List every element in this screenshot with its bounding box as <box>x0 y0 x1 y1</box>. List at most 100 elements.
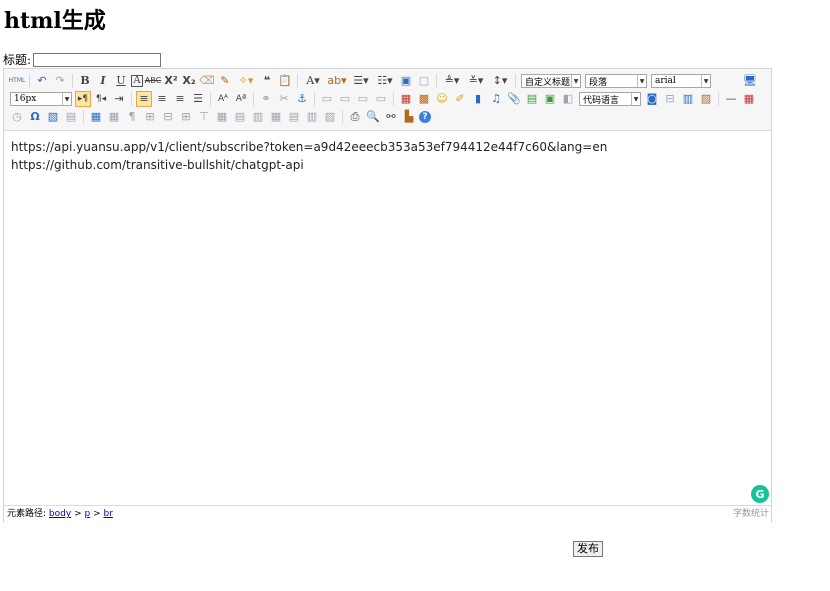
rtl-icon[interactable]: ¶◂ <box>93 91 109 107</box>
clear-doc-icon[interactable]: ▢ <box>416 73 432 89</box>
chart-icon[interactable]: ▨ <box>322 109 338 125</box>
page-break-icon[interactable]: ◙ <box>644 91 660 107</box>
anchor-icon[interactable]: ⚓ <box>294 91 310 107</box>
font-border-icon[interactable]: A <box>131 75 143 87</box>
background-icon[interactable]: ▥ <box>680 91 696 107</box>
template-icon[interactable]: ⊟ <box>662 91 678 107</box>
link-icon[interactable]: ⚭ <box>258 91 274 107</box>
title-input[interactable] <box>33 53 162 67</box>
path-link-br[interactable]: br <box>104 509 113 519</box>
print-icon[interactable]: ⎙ <box>347 109 363 125</box>
drafts-panel-icon[interactable]: ▨ <box>698 91 714 107</box>
time-icon[interactable]: ◷ <box>9 109 25 125</box>
wordimage-icon[interactable]: ▤ <box>63 109 79 125</box>
image-none-icon[interactable]: ▭ <box>319 91 335 107</box>
editor-content[interactable]: https://api.yuansu.app/v1/client/subscri… <box>4 130 771 504</box>
content-line: https://github.com/transitive-bullshit/c… <box>11 158 304 172</box>
paste-plain-icon[interactable]: 📋 <box>277 73 293 89</box>
redo-icon[interactable]: ↷ <box>52 73 68 89</box>
grammarly-icon[interactable]: G <box>751 485 769 503</box>
insert-col-icon[interactable]: ⊞ <box>178 109 194 125</box>
snapscreen-icon[interactable]: ▧ <box>45 109 61 125</box>
justify-right-icon[interactable]: ≡ <box>172 91 188 107</box>
heading-select[interactable]: 自定义标题 ▼ <box>521 74 581 88</box>
split-to-rows-icon[interactable]: ▤ <box>286 109 302 125</box>
undo-icon[interactable]: ↶ <box>34 73 50 89</box>
row-spacing-top-icon[interactable]: ≜▾ <box>441 73 463 89</box>
editor-toolbar: HTML ↶ ↷ B I U A ABC X² X₂ ⌫ ✎ ✧▾ ❝ 📋 A▾… <box>4 69 771 131</box>
justify-center-icon[interactable]: ≡ <box>154 91 170 107</box>
font-family-select[interactable]: arial ▼ <box>651 74 711 88</box>
insert-frame-icon[interactable]: ◧ <box>560 91 576 107</box>
element-path: 元素路径: body > p > br <box>7 506 113 523</box>
row-spacing-bottom-icon[interactable]: ≚▾ <box>465 73 487 89</box>
superscript-icon[interactable]: X² <box>163 73 179 89</box>
merge-right-icon[interactable]: ▤ <box>232 109 248 125</box>
split-to-cols-icon[interactable]: ▥ <box>304 109 320 125</box>
insert-table-icon[interactable]: ▦ <box>88 109 104 125</box>
delete-col-icon[interactable]: ⊤ <box>196 109 212 125</box>
title-row: 标题: <box>3 52 162 68</box>
path-link-body[interactable]: body <box>49 509 71 519</box>
justify-justify-icon[interactable]: ☰ <box>190 91 206 107</box>
merge-down-icon[interactable]: ▥ <box>250 109 266 125</box>
title-label: 标题: <box>3 53 32 67</box>
source-icon[interactable]: HTML <box>9 73 26 89</box>
date-icon[interactable]: ▦ <box>741 91 757 107</box>
gmap-icon[interactable]: ▣ <box>542 91 558 107</box>
drafts-icon[interactable]: ▙ <box>401 109 417 125</box>
insert-row-icon[interactable]: ⊞ <box>142 109 158 125</box>
attachment-icon[interactable]: 📎 <box>506 91 522 107</box>
paragraph-select[interactable]: 段落 ▼ <box>585 74 647 88</box>
italic-icon[interactable]: I <box>95 73 111 89</box>
special-chars-icon[interactable]: Ω <box>27 109 43 125</box>
delete-table-icon[interactable]: ▦ <box>106 109 122 125</box>
strikethrough-icon[interactable]: ABC <box>145 73 161 89</box>
search-replace-icon[interactable]: 🔍 <box>365 109 381 125</box>
merge-cells-icon[interactable]: ▦ <box>214 109 230 125</box>
publish-button[interactable]: 发布 <box>573 541 603 557</box>
ordered-list-icon[interactable]: ☰▾ <box>350 73 372 89</box>
indent-icon[interactable]: ⇥ <box>111 91 127 107</box>
ltr-icon[interactable]: ▸¶ <box>75 91 91 107</box>
justify-left-icon[interactable]: ≡ <box>136 91 152 107</box>
split-to-cells-icon[interactable]: ▦ <box>268 109 284 125</box>
uppercase-icon[interactable]: Aᴬ <box>215 91 231 107</box>
image-right-icon[interactable]: ▭ <box>355 91 371 107</box>
preview-icon[interactable]: 🖥 <box>742 73 758 89</box>
unordered-list-icon[interactable]: ☷▾ <box>374 73 396 89</box>
font-size-select[interactable]: 16px ▼ <box>10 92 72 106</box>
image-left-icon[interactable]: ▭ <box>337 91 353 107</box>
image-center-icon[interactable]: ▭ <box>373 91 389 107</box>
remove-format-icon[interactable]: ⌫ <box>199 73 215 89</box>
format-match-icon[interactable]: ✎ <box>217 73 233 89</box>
underline-icon[interactable]: U <box>113 73 129 89</box>
delete-row-icon[interactable]: ⊟ <box>160 109 176 125</box>
fore-color-icon[interactable]: A▾ <box>302 73 324 89</box>
line-height-icon[interactable]: ↕▾ <box>489 73 511 89</box>
lowercase-icon[interactable]: Aª <box>233 91 249 107</box>
element-path-label: 元素路径: <box>7 509 47 519</box>
path-link-p[interactable]: p <box>84 509 90 519</box>
bold-icon[interactable]: B <box>77 73 93 89</box>
horizontal-icon[interactable]: — <box>723 91 739 107</box>
insert-video-icon[interactable]: ▮ <box>470 91 486 107</box>
unlink-icon[interactable]: ✂ <box>276 91 292 107</box>
toolbar-row-1: HTML ↶ ↷ B I U A ABC X² X₂ ⌫ ✎ ✧▾ ❝ 📋 A▾… <box>8 72 759 90</box>
scrawl-icon[interactable]: ✐ <box>452 91 468 107</box>
blockquote-icon[interactable]: ❝ <box>259 73 275 89</box>
select-all-icon[interactable]: ▣ <box>398 73 414 89</box>
emotion-icon[interactable]: ☺ <box>434 91 450 107</box>
find-icon[interactable]: ⚯ <box>383 109 399 125</box>
help-icon[interactable]: ? <box>419 111 431 123</box>
code-language-select[interactable]: 代码语言 ▼ <box>579 92 641 106</box>
back-color-icon[interactable]: ab▾ <box>326 73 348 89</box>
auto-typeset-icon[interactable]: ✧▾ <box>235 73 257 89</box>
insert-image-icon[interactable]: ▩ <box>416 91 432 107</box>
simple-upload-icon[interactable]: ▦ <box>398 91 414 107</box>
music-icon[interactable]: ♫ <box>488 91 504 107</box>
map-icon[interactable]: ▤ <box>524 91 540 107</box>
insert-paragraph-before-table-icon[interactable]: ¶ <box>124 109 140 125</box>
subscript-icon[interactable]: X₂ <box>181 73 197 89</box>
chevron-down-icon: ▼ <box>637 75 646 87</box>
